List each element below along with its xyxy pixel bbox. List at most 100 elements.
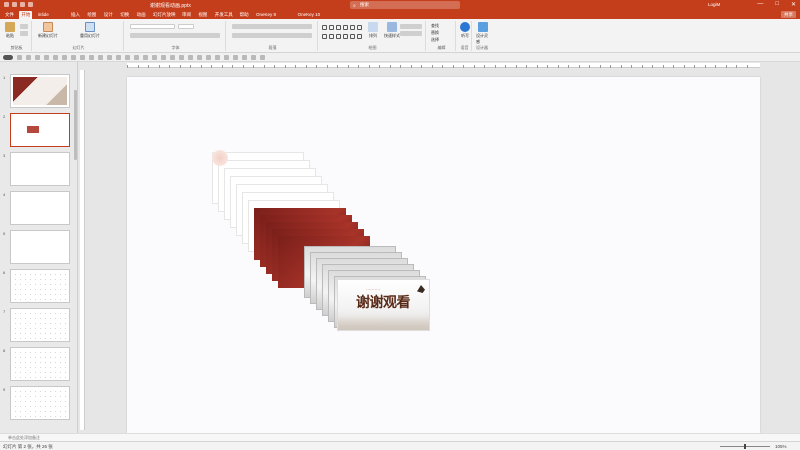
- toolbar-icon[interactable]: [233, 54, 238, 60]
- slide-canvas[interactable]: [127, 77, 760, 433]
- slide-thumbnail[interactable]: [10, 113, 70, 147]
- toolbar-icon[interactable]: [188, 54, 193, 60]
- new-slide-button[interactable]: 新建幻灯片: [38, 22, 58, 39]
- slide-thumbnail[interactable]: [10, 386, 70, 420]
- ruler-tick: [410, 65, 411, 68]
- tab-2[interactable]: iSlide: [36, 11, 51, 19]
- slide-thumbnail[interactable]: [10, 308, 70, 342]
- panel-scrollbar[interactable]: [74, 90, 77, 160]
- tab-12[interactable]: 帮助: [238, 11, 251, 19]
- zoom-level[interactable]: 105%: [775, 444, 787, 449]
- clipboard-group: 粘贴 剪贴板: [2, 21, 32, 51]
- start-from-beginning-icon[interactable]: [28, 2, 33, 7]
- autosave-toggle[interactable]: [3, 54, 13, 60]
- font-size-box[interactable]: [178, 24, 194, 29]
- ruler-tick: [662, 65, 663, 68]
- shape-gallery[interactable]: [322, 25, 362, 41]
- user-name[interactable]: LogiM: [708, 2, 720, 7]
- paragraph-group: 段落: [228, 21, 318, 51]
- tab-8[interactable]: 幻灯片放映: [151, 11, 178, 19]
- toolbar-icon[interactable]: [35, 54, 40, 60]
- ruler-tick: [431, 65, 432, 68]
- ruler-tick: [547, 65, 548, 68]
- undo-icon[interactable]: [12, 2, 17, 7]
- ruler-tick: [179, 65, 180, 68]
- arrange-button[interactable]: 排列: [368, 22, 378, 39]
- toolbar-icon[interactable]: [206, 54, 211, 60]
- toolbar-icon[interactable]: [44, 54, 49, 60]
- paragraph-list-buttons[interactable]: [232, 24, 312, 29]
- slide-thumbnail[interactable]: [10, 74, 70, 108]
- slide-thumbnail[interactable]: [10, 230, 70, 264]
- tab-0[interactable]: 文件: [3, 11, 16, 19]
- toolbar-icon[interactable]: [17, 54, 22, 60]
- quick-styles-button[interactable]: 快速样式: [384, 22, 400, 39]
- notes-bar[interactable]: 单击此处添加备注: [0, 433, 800, 441]
- select-button[interactable]: 选择: [431, 37, 439, 43]
- toolbar-icon[interactable]: [224, 54, 229, 60]
- slide-thumbnail[interactable]: [10, 269, 70, 303]
- tab-11[interactable]: 开发工具: [213, 11, 235, 19]
- toolbar-icon[interactable]: [197, 54, 202, 60]
- thanks-card[interactable]: ·········· 谢谢观看: [337, 279, 430, 331]
- close-button[interactable]: ✕: [791, 1, 796, 8]
- toolbar-icon[interactable]: [242, 54, 247, 60]
- editing-group-label: 编辑: [437, 45, 446, 50]
- save-icon[interactable]: [4, 2, 9, 7]
- toolbar-icon[interactable]: [71, 54, 76, 60]
- font-name-box[interactable]: [130, 24, 175, 29]
- toolbar-icon[interactable]: [170, 54, 175, 60]
- toolbar-icon[interactable]: [125, 54, 130, 60]
- toolbar-icon[interactable]: [215, 54, 220, 60]
- toolbar-icon[interactable]: [62, 54, 67, 60]
- shape-fill-button[interactable]: [400, 24, 422, 29]
- toolbar-icon[interactable]: [80, 54, 85, 60]
- design-ideas-button[interactable]: 设计灵感: [476, 22, 490, 45]
- tab-4[interactable]: 绘图: [85, 11, 98, 19]
- paste-button[interactable]: 粘贴: [5, 22, 15, 39]
- toolbar-icon[interactable]: [179, 54, 184, 60]
- slide-thumbnail[interactable]: [10, 191, 70, 225]
- tab-1[interactable]: 开始: [19, 11, 33, 19]
- tab-7[interactable]: 动画: [135, 11, 148, 19]
- toolbar-icon[interactable]: [251, 54, 256, 60]
- minimize-button[interactable]: —: [757, 1, 763, 8]
- ruler-tick: [284, 65, 285, 68]
- tab-13[interactable]: OneKey 8: [254, 11, 278, 19]
- shape-outline-button[interactable]: [400, 31, 422, 36]
- tab-3[interactable]: 插入: [69, 11, 82, 19]
- tab-14[interactable]: OneKey 10: [296, 11, 323, 19]
- maximize-button[interactable]: □: [775, 1, 779, 8]
- share-button[interactable]: 共享: [781, 11, 796, 18]
- new-slide-label: 新建幻灯片: [38, 33, 58, 38]
- toolbar-icon[interactable]: [26, 54, 31, 60]
- dictate-button[interactable]: 听写: [460, 22, 470, 39]
- toolbar-icon[interactable]: [98, 54, 103, 60]
- toolbar-icon[interactable]: [134, 54, 139, 60]
- slide-thumbnail[interactable]: [10, 152, 70, 186]
- reuse-slides-button[interactable]: 重用幻灯片: [80, 22, 100, 39]
- toolbar-icon[interactable]: [89, 54, 94, 60]
- find-button[interactable]: 查找: [431, 23, 439, 29]
- toolbar-icon[interactable]: [107, 54, 112, 60]
- replace-button[interactable]: 替换: [431, 30, 439, 36]
- zoom-slider-knob[interactable]: [744, 444, 746, 449]
- toolbar-icon[interactable]: [152, 54, 157, 60]
- voice-group: 听写 语音: [458, 21, 472, 51]
- tab-10[interactable]: 视图: [196, 11, 209, 19]
- tab-5[interactable]: 设计: [102, 11, 115, 19]
- ruler-tick: [536, 65, 537, 68]
- toolbar-icon[interactable]: [116, 54, 121, 60]
- paragraph-align-buttons[interactable]: [232, 33, 312, 38]
- font-format-buttons[interactable]: [130, 33, 220, 38]
- tab-6[interactable]: 切换: [118, 11, 131, 19]
- tab-9[interactable]: 审阅: [180, 11, 193, 19]
- slide-thumbnail[interactable]: [10, 347, 70, 381]
- toolbar-icon[interactable]: [143, 54, 148, 60]
- toolbar-icon[interactable]: [161, 54, 166, 60]
- ruler-tick: [484, 65, 485, 68]
- toolbar-icon[interactable]: [53, 54, 58, 60]
- redo-icon[interactable]: [20, 2, 25, 7]
- toolbar-icon[interactable]: [260, 54, 265, 60]
- search-box[interactable]: ⌕ 搜索: [350, 1, 460, 9]
